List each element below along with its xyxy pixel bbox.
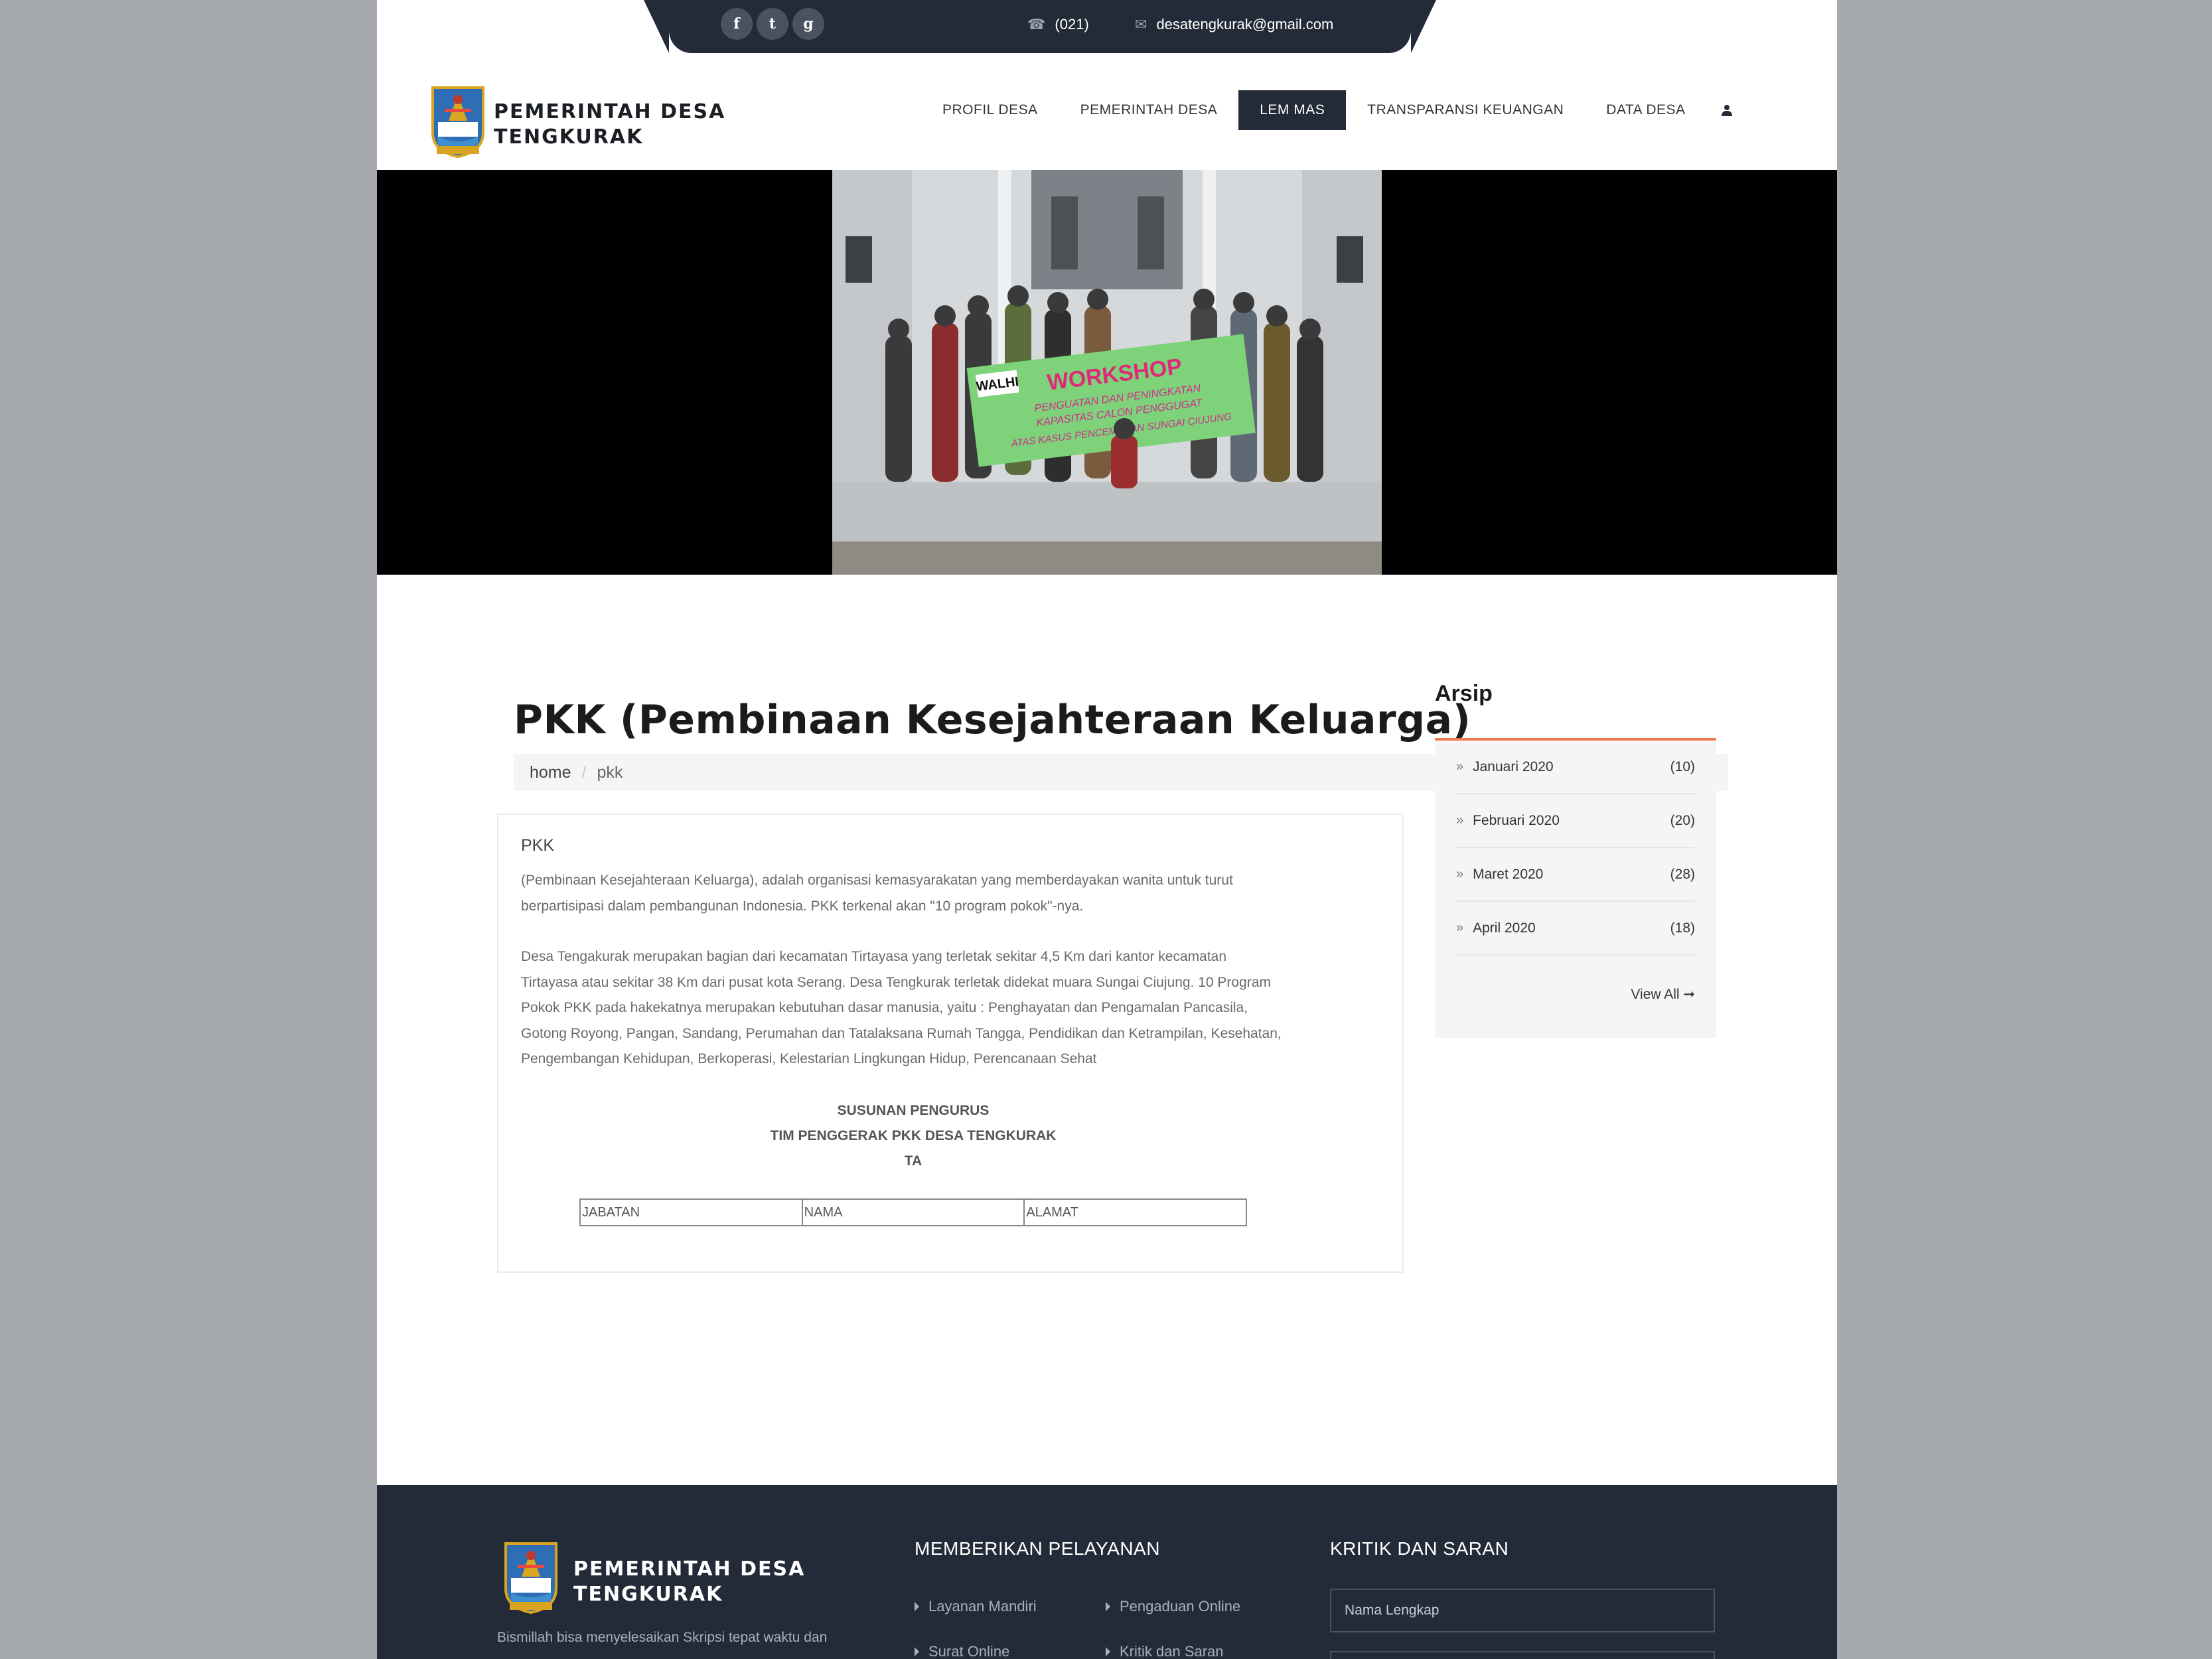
nav-transparansi-keuangan[interactable]: TRANSPARANSI KEUANGAN: [1346, 90, 1585, 130]
para2-line-4: Gotong Royong, Pangan, Sandang, Perumaha…: [521, 1025, 1282, 1041]
caret-right-icon: [1106, 1647, 1110, 1656]
user-icon[interactable]: [1707, 90, 1747, 130]
article-card: PKK (Pembinaan Kesejahteraan Keluarga), …: [497, 814, 1404, 1273]
chevron-right-icon: »: [1456, 867, 1464, 881]
email-address: desatengkurak@gmail.com: [1156, 16, 1334, 33]
brand-line-1: PEMERINTAH DESA: [494, 100, 726, 123]
susunan-heading: SUSUNAN PENGURUS: [837, 1103, 990, 1118]
arsip-count: (10): [1670, 758, 1695, 774]
google-plus-icon[interactable]: g: [792, 8, 824, 40]
caret-right-icon: [1106, 1602, 1110, 1611]
name-input[interactable]: Nama Lengkap: [1330, 1589, 1715, 1632]
site-footer: PEMERINTAH DESA TENGKURAK Bismillah bisa…: [377, 1485, 1837, 1659]
arsip-title: Arsip: [1435, 681, 1493, 706]
footer-brand: PEMERINTAH DESA TENGKURAK: [573, 1557, 805, 1607]
footer-crest-logo: [504, 1542, 557, 1614]
view-all-link[interactable]: View All ➞: [1631, 986, 1695, 1003]
footer-link-label: Pengaduan Online: [1120, 1598, 1241, 1615]
page-title: PKK (Pembinaan Kesejahteraan Keluarga): [514, 697, 1471, 743]
footer-brand-line-2: TENGKURAK: [573, 1582, 723, 1606]
footer-link-label: Kritik dan Saran: [1120, 1643, 1224, 1659]
phone-contact: ☎ (021): [1027, 16, 1089, 33]
tim-heading: TIM PENGGERAK PKK DESA TENGKURAK: [770, 1128, 1057, 1143]
breadcrumb-separator: /: [581, 762, 587, 782]
pengurus-table: JABATAN NAMA ALAMAT: [579, 1198, 1247, 1226]
footer-link-label: Layanan Mandiri: [928, 1598, 1037, 1615]
footer-brand-line-1: PEMERINTAH DESA: [573, 1557, 806, 1581]
phone-icon: ☎: [1027, 16, 1046, 33]
breadcrumb-home[interactable]: home: [530, 763, 571, 782]
top-bar: f t g ☎ (021) ✉ desatengkurak@gmail.com: [377, 0, 1837, 53]
village-crest-logo[interactable]: [430, 85, 486, 158]
table-header-alamat: ALAMAT: [1023, 1198, 1247, 1226]
footer-feedback-title: KRITIK DAN SARAN: [1330, 1538, 1509, 1559]
ta-heading: TA: [904, 1153, 922, 1169]
article-paragraph-1: (Pembinaan Kesejahteraan Keluarga), adal…: [521, 868, 1317, 919]
arsip-count: (28): [1670, 866, 1695, 882]
email-input[interactable]: [1330, 1651, 1715, 1659]
footer-link-kritik-saran[interactable]: Kritik dan Saran: [1106, 1643, 1224, 1659]
breadcrumb-current: pkk: [597, 762, 623, 782]
footer-services-title: MEMBERIKAN PELAYANAN: [915, 1538, 1160, 1559]
arsip-label: Januari 2020: [1473, 758, 1554, 774]
arsip-list: » Januari 2020 (10) » Februari 2020 (20)…: [1435, 741, 1716, 1038]
table-header-jabatan: JABATAN: [579, 1198, 803, 1226]
chevron-right-icon: »: [1456, 920, 1464, 935]
para2-line-3: Pokok PKK pada hakekatnya merupakan kebu…: [521, 1000, 1248, 1015]
nav-data-desa[interactable]: DATA DESA: [1585, 90, 1706, 130]
para2-line-1: Desa Tengakurak merupakan bagian dari ke…: [521, 949, 1227, 964]
footer-link-pengaduan-online[interactable]: Pengaduan Online: [1106, 1598, 1240, 1615]
table-header-row: JABATAN NAMA ALAMAT: [579, 1198, 1247, 1226]
arsip-count: (20): [1670, 812, 1695, 828]
main-nav: PROFIL DESA PEMERINTAH DESA LEM MAS TRAN…: [921, 90, 1747, 130]
brand-line-2: TENGKURAK: [494, 125, 644, 149]
email-contact: ✉ desatengkurak@gmail.com: [1135, 16, 1333, 33]
nav-pemerintah-desa[interactable]: PEMERINTAH DESA: [1059, 90, 1239, 130]
arsip-item-februari[interactable]: » Februari 2020 (20): [1456, 794, 1695, 848]
page: f t g ☎ (021) ✉ desatengkurak@gmail.com …: [377, 0, 1837, 1659]
article-paragraph-2: Desa Tengakurak merupakan bagian dari ke…: [521, 944, 1317, 1072]
hero-banner: WALHI WORKSHOP PENGUATAN DAN PENINGKATAN…: [377, 170, 1837, 575]
table-header-nama: NAMA: [801, 1198, 1025, 1226]
footer-description: Bismillah bisa menyelesaikan Skripsi tep…: [497, 1630, 828, 1645]
envelope-icon: ✉: [1135, 16, 1147, 33]
para1-line-1: (Pembinaan Kesejahteraan Keluarga), adal…: [521, 873, 1233, 888]
arsip-label: Maret 2020: [1473, 866, 1544, 882]
arsip-count: (18): [1670, 920, 1695, 936]
para2-line-5: Pengembangan Kehidupan, Berkoperasi, Kel…: [521, 1051, 1097, 1066]
facebook-icon[interactable]: f: [721, 8, 753, 40]
arsip-label: Februari 2020: [1473, 812, 1560, 828]
twitter-icon[interactable]: t: [757, 8, 788, 40]
caret-right-icon: [915, 1602, 919, 1611]
arsip-item-maret[interactable]: » Maret 2020 (28): [1456, 848, 1695, 902]
footer-link-label: Surat Online: [928, 1643, 1010, 1659]
phone-number: (021): [1055, 16, 1089, 33]
site-header: PEMERINTAH DESA TENGKURAK PROFIL DESA PE…: [377, 53, 1837, 170]
arsip-item-april[interactable]: » April 2020 (18): [1456, 902, 1695, 956]
arsip-label: April 2020: [1473, 920, 1536, 936]
footer-link-surat-online[interactable]: Surat Online: [915, 1643, 1009, 1659]
chevron-right-icon: »: [1456, 759, 1464, 774]
nav-profil-desa[interactable]: PROFIL DESA: [921, 90, 1059, 130]
nav-lem-mas[interactable]: LEM MAS: [1238, 90, 1347, 130]
chevron-right-icon: »: [1456, 813, 1464, 828]
arsip-item-januari[interactable]: » Januari 2020 (10): [1456, 741, 1695, 794]
caret-right-icon: [915, 1647, 919, 1656]
para2-line-2: Tirtayasa atau sekitar 38 Km dari pusat …: [521, 974, 1271, 990]
site-brand[interactable]: PEMERINTAH DESA TENGKURAK: [494, 100, 725, 149]
banner-photo: WALHI WORKSHOP PENGUATAN DAN PENINGKATAN…: [832, 170, 1382, 575]
article-heading: PKK: [521, 836, 555, 855]
footer-link-layanan-mandiri[interactable]: Layanan Mandiri: [915, 1598, 1037, 1615]
para1-line-2: berpartisipasi dalam pembangunan Indones…: [521, 898, 1084, 914]
